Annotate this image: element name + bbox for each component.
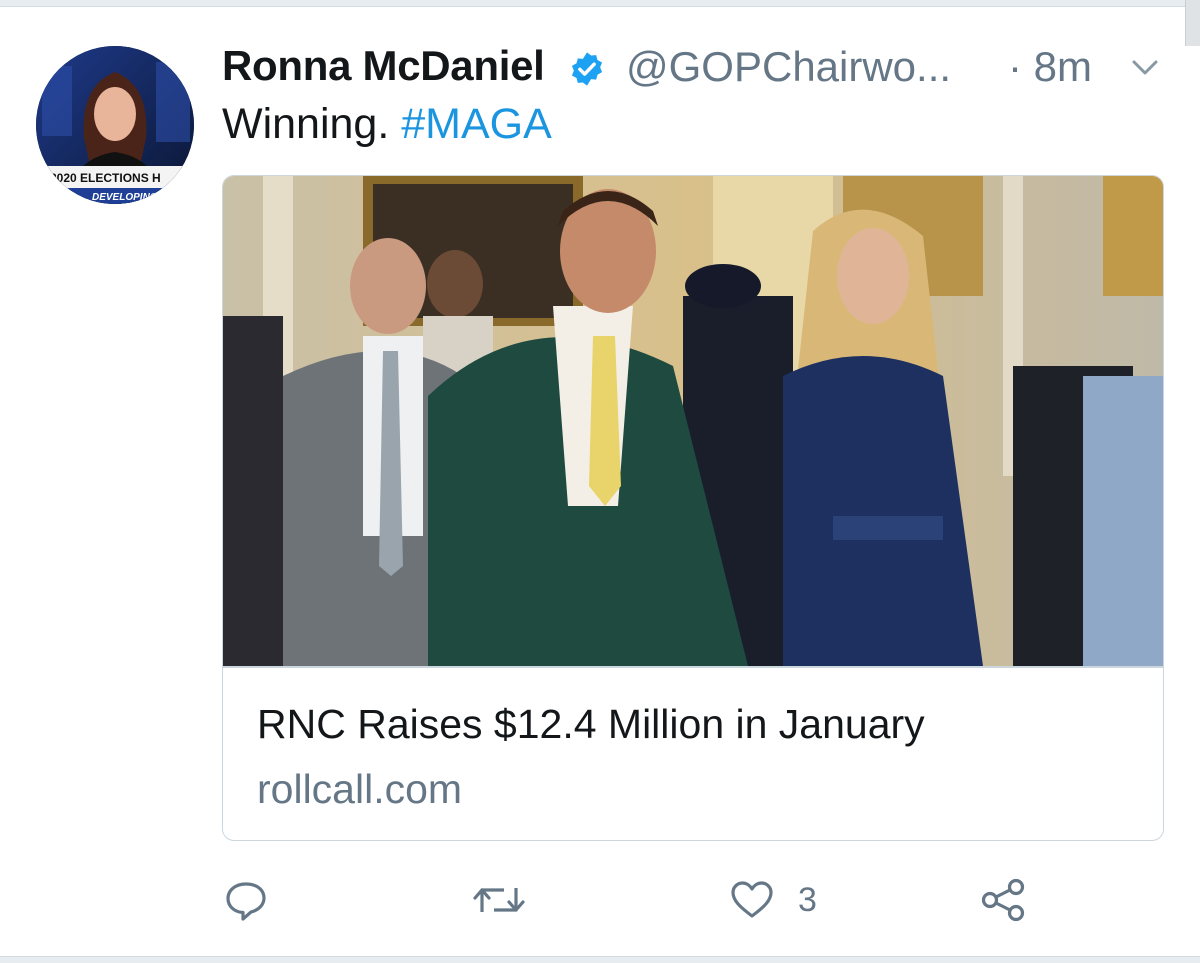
reply-icon — [222, 876, 270, 924]
card-image[interactable] — [223, 176, 1163, 666]
display-name[interactable]: Ronna McDaniel — [222, 42, 545, 90]
timestamp[interactable]: · 8m — [1008, 43, 1092, 91]
hashtag-link[interactable]: #MAGA — [401, 100, 552, 148]
heart-icon — [728, 876, 776, 924]
reply-button[interactable] — [222, 870, 270, 930]
tweet-header: Ronna McDaniel @GOPChairwo... · 8m — [222, 40, 1160, 96]
scrollbar[interactable] — [1185, 0, 1200, 46]
like-button[interactable]: 3 — [728, 870, 817, 930]
card-domain[interactable]: rollcall.com — [257, 766, 462, 813]
chevron-down-icon[interactable] — [1130, 56, 1160, 80]
link-card[interactable]: RNC Raises $12.4 Million in January roll… — [222, 175, 1164, 841]
tweet-actions: 3 — [0, 870, 1200, 930]
share-button[interactable] — [978, 870, 1028, 930]
avatar-banner-text: 2020 ELECTIONS H — [50, 171, 161, 185]
share-icon — [978, 875, 1028, 925]
card-divider — [223, 666, 1163, 668]
like-count: 3 — [798, 880, 817, 919]
tweet-body: Winning. — [222, 100, 390, 148]
avatar-sub-text: DEVELOPING — [92, 192, 158, 203]
card-title[interactable]: RNC Raises $12.4 Million in January — [257, 701, 925, 748]
bottom-divider — [0, 956, 1200, 963]
retweet-button[interactable] — [472, 870, 526, 930]
verified-badge-icon — [568, 50, 606, 88]
user-handle[interactable]: @GOPChairwo... — [626, 43, 951, 91]
tweet-text: Winning. #MAGA — [222, 100, 552, 149]
avatar[interactable]: 2020 ELECTIONS H DEVELOPING — [36, 46, 194, 204]
retweet-icon — [472, 876, 526, 924]
top-divider — [0, 0, 1200, 7]
